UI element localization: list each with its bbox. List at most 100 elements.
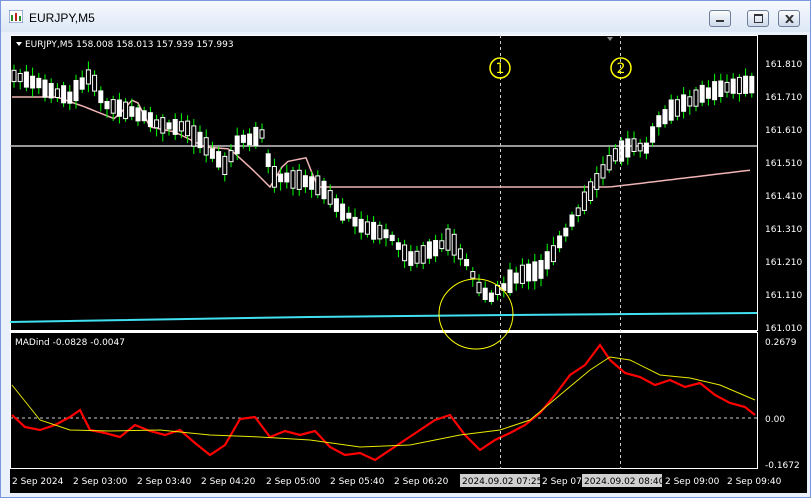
candle-body (414, 250, 420, 264)
shift-marker-icon[interactable] (607, 37, 613, 41)
candle-body (433, 240, 439, 257)
candle-body (612, 148, 618, 162)
marker-1: 1 (489, 57, 511, 79)
candle-body (247, 133, 253, 146)
candle-body (383, 229, 389, 239)
indicator-header: MADind -0.0828 -0.0047 (15, 338, 125, 348)
candle-body (532, 261, 538, 282)
price-tick: 161.010 (765, 324, 802, 334)
marker-2: 2 (610, 57, 632, 79)
candle-body (309, 176, 315, 190)
candle-body (240, 134, 246, 143)
candle-body (507, 269, 513, 293)
candle-body (234, 135, 240, 155)
candle-body (110, 99, 116, 114)
candle-body (457, 248, 463, 260)
candle-body (302, 175, 308, 188)
price-tick: 161.610 (765, 126, 802, 136)
candle-body (147, 112, 153, 127)
candle-body (594, 173, 600, 190)
moving-average-pink (12, 96, 751, 189)
candle-body (389, 234, 395, 242)
candle-body (67, 91, 73, 104)
madind-main-line (11, 343, 756, 462)
candle-body (209, 148, 215, 159)
candle-body (693, 89, 699, 107)
price-tick: 161.110 (765, 291, 802, 301)
candle-body (705, 87, 711, 99)
restore-icon (754, 14, 763, 23)
candle-body (222, 155, 228, 176)
candle-body (61, 85, 67, 104)
candle-body (581, 191, 587, 211)
candle-body (377, 224, 383, 240)
candle-body (92, 74, 98, 92)
time-axis: 2 Sep 2024 2 Sep 03:00 2 Sep 03:40 2 Sep… (12, 474, 782, 487)
candle-body (30, 75, 36, 89)
candle-body (11, 69, 17, 83)
candle-body (340, 203, 346, 221)
svg-text:2: 2 (617, 61, 626, 77)
candle-body (85, 69, 91, 85)
collapse-icon[interactable] (16, 42, 22, 46)
candle-body (408, 251, 414, 266)
close-button[interactable] (778, 10, 800, 27)
time-label: 2 Sep 05:00 (266, 477, 321, 487)
price-tick: 161.410 (765, 192, 802, 202)
time-label: 2 Sep 09:00 (665, 477, 720, 487)
candle-body (569, 214, 575, 227)
candle-body (482, 287, 488, 300)
title-bar[interactable]: EURJPY,M5 (1, 1, 810, 32)
candle-body (358, 218, 364, 233)
candle-body (526, 263, 532, 282)
candle-body (135, 107, 141, 122)
candle-body (290, 170, 296, 189)
candle-body (216, 151, 222, 168)
candle-body (557, 235, 563, 249)
candle-body (402, 244, 408, 262)
candle-body (439, 240, 445, 250)
candle-body (154, 119, 160, 129)
candle-body (420, 245, 426, 264)
candle-body (321, 180, 327, 200)
moving-average-cyan (10, 312, 758, 323)
candle-body (191, 125, 197, 147)
close-icon (785, 15, 794, 23)
chart-area[interactable]: EURJPY,M5 158.008 158.013 157.939 157.99… (10, 35, 807, 493)
candle-body (445, 228, 451, 251)
candle-body (749, 75, 755, 94)
candle-body (172, 119, 178, 135)
candle-body (271, 166, 277, 188)
candle-body (513, 272, 519, 284)
candle-body (550, 245, 556, 263)
time-label: 2 Sep 03:00 (73, 477, 128, 487)
indicator-tick: 0.2679 (765, 338, 797, 348)
candle-body (687, 96, 693, 107)
candle-body (563, 227, 569, 237)
candle-body (730, 78, 736, 94)
indicator-pane-frame (10, 332, 758, 469)
time-label: 2 Sep 03:40 (137, 477, 192, 487)
svg-text:1: 1 (496, 61, 505, 77)
window-title: EURJPY,M5 (29, 11, 95, 25)
indicator-tick: 0.00 (765, 415, 785, 425)
candle-body (123, 101, 129, 120)
minimize-icon (716, 20, 724, 22)
time-label: 2 Sep 09:40 (727, 477, 782, 487)
candle-body (718, 80, 724, 97)
crosshair-time-1: 2024.09.02 07:25 (462, 477, 542, 487)
candle-body (73, 80, 79, 102)
candle-body (185, 120, 191, 137)
minimize-button[interactable] (709, 10, 731, 27)
time-label: 2 Sep 05:40 (330, 477, 385, 487)
restore-button[interactable] (747, 10, 769, 27)
candle-body (278, 173, 284, 183)
time-label: 2 Sep 06:20 (394, 477, 449, 487)
candle-body (464, 259, 470, 267)
chart-window: EURJPY,M5 EURJPY,M5 158.008 158.013 157.… (0, 0, 811, 498)
candle-body (284, 172, 290, 183)
candle-body (588, 181, 594, 202)
price-chart[interactable]: EURJPY,M5 158.008 158.013 157.939 157.99… (10, 35, 807, 493)
candle-body (712, 81, 718, 101)
candle-body (371, 221, 377, 240)
